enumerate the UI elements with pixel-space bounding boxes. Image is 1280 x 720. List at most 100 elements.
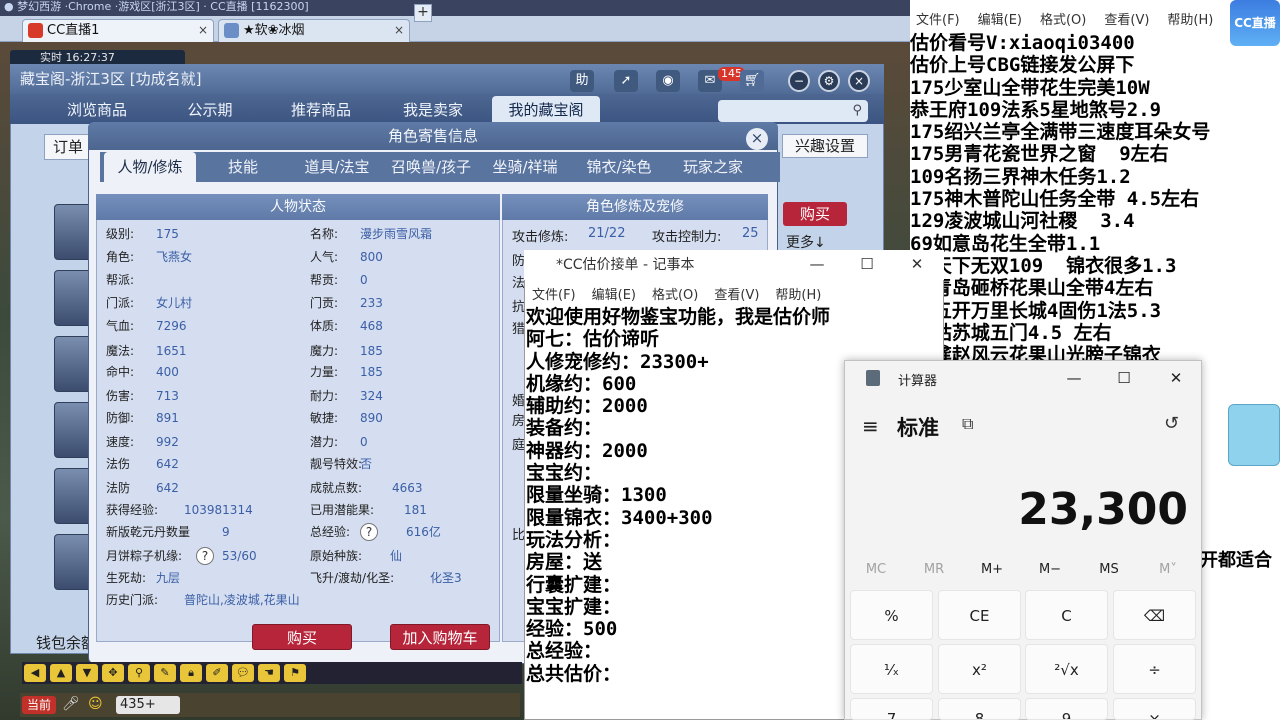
interest-settings-button[interactable]: 兴趣设置 bbox=[782, 134, 868, 158]
close-button[interactable]: ✕ bbox=[1164, 368, 1188, 388]
keep-on-top-icon[interactable]: ⧉ bbox=[962, 414, 973, 434]
browser-tab-cc[interactable]: CC直播1 × bbox=[22, 19, 214, 42]
square-button[interactable]: x² bbox=[938, 644, 1021, 694]
clear-button[interactable]: C bbox=[1025, 590, 1108, 640]
memory-button[interactable]: M− bbox=[1026, 562, 1074, 577]
chat-input[interactable]: 435+ bbox=[116, 696, 180, 714]
notepad-right-text[interactable]: 估价看号V:xiaoqi03400 估价上号CBG链接发公屏下 175少室山全带花生… bbox=[910, 32, 1280, 366]
sqrt-button[interactable]: ²√x bbox=[1025, 644, 1108, 694]
dialog-close-icon[interactable]: × bbox=[746, 128, 768, 150]
side-buy-button[interactable]: 购买 bbox=[783, 202, 847, 226]
share-icon[interactable]: ➚ bbox=[614, 70, 638, 92]
reciprocal-button[interactable]: ¹⁄ₓ bbox=[850, 644, 933, 694]
maximize-button[interactable]: ☐ bbox=[1112, 368, 1136, 388]
microphone-icon[interactable]: 🎤︎ bbox=[62, 696, 80, 714]
tab-costumes[interactable]: 锦衣/染色 bbox=[576, 152, 662, 182]
memory-button[interactable]: MC bbox=[852, 562, 900, 577]
more-link[interactable]: 更多↓ bbox=[786, 232, 846, 252]
tab-mounts[interactable]: 坐骑/祥瑞 bbox=[478, 152, 572, 182]
status-row: 命中: 400 bbox=[106, 362, 179, 382]
record-icon[interactable]: ◉ bbox=[656, 70, 680, 92]
tab-browse[interactable]: 浏览商品 bbox=[50, 96, 144, 124]
memory-button[interactable]: MS bbox=[1085, 562, 1133, 577]
tab-skills[interactable]: 技能 bbox=[208, 152, 278, 182]
menu-help[interactable]: 帮助(H) bbox=[775, 288, 821, 303]
flag-icon[interactable]: ⚑ bbox=[284, 664, 306, 682]
status-value: 1651 bbox=[156, 344, 187, 358]
lock-icon[interactable]: 🔒︎ bbox=[180, 664, 202, 682]
backspace-button[interactable]: ⌫ bbox=[1113, 590, 1196, 640]
cc-notepad-menu: 文件(F) 编辑(E) 格式(O) 查看(V) 帮助(H) bbox=[532, 284, 837, 304]
seven-button[interactable]: 7 bbox=[850, 698, 933, 720]
menu-edit[interactable]: 编辑(E) bbox=[592, 288, 636, 303]
arrow-up-icon[interactable]: ▲ bbox=[50, 664, 72, 682]
buy-button[interactable]: 购买 bbox=[252, 624, 352, 650]
menu-view[interactable]: 查看(V) bbox=[1104, 13, 1149, 28]
tab-recommended[interactable]: 推荐商品 bbox=[276, 96, 366, 124]
text-line: 姑苏城五门4.5 左右 bbox=[910, 321, 1112, 344]
emoji-icon[interactable]: ☺ bbox=[88, 696, 106, 714]
memory-button[interactable]: M˅ bbox=[1144, 562, 1192, 577]
status-value: 103981314 bbox=[184, 503, 253, 517]
menu-file[interactable]: 文件(F) bbox=[916, 13, 960, 28]
hand-icon[interactable]: ☚ bbox=[258, 664, 280, 682]
status-label: 敏捷: bbox=[310, 411, 339, 425]
tab-character[interactable]: 人物/修炼 bbox=[104, 152, 196, 182]
tab-home[interactable]: 玩家之家 bbox=[670, 152, 756, 182]
help-button[interactable]: 助 bbox=[570, 70, 594, 92]
divide-button[interactable]: ÷ bbox=[1113, 644, 1196, 694]
percent-button[interactable]: % bbox=[850, 590, 933, 640]
tab-items[interactable]: 道具/法宝 bbox=[290, 152, 384, 182]
maximize-button[interactable]: ☐ bbox=[856, 254, 878, 274]
status-row: 级别: 175 bbox=[106, 224, 179, 244]
order-button[interactable]: 订单 bbox=[44, 134, 94, 160]
clear-entry-button[interactable]: CE bbox=[938, 590, 1021, 640]
arrow-down-icon[interactable]: ▼ bbox=[76, 664, 98, 682]
history-icon[interactable]: ↺ bbox=[1164, 413, 1179, 434]
close-button[interactable]: ✕ bbox=[906, 254, 928, 274]
minimize-button[interactable]: — bbox=[1062, 368, 1086, 388]
menu-help[interactable]: 帮助(H) bbox=[1167, 13, 1213, 28]
move-icon[interactable]: ✥ bbox=[102, 664, 124, 682]
help-question-icon[interactable]: ? bbox=[196, 547, 214, 565]
menu-format[interactable]: 格式(O) bbox=[652, 288, 698, 303]
search-input[interactable]: ⚲ bbox=[718, 100, 868, 122]
eight-button[interactable]: 8 bbox=[938, 698, 1021, 720]
menu-format[interactable]: 格式(O) bbox=[1040, 13, 1086, 28]
memory-button[interactable]: MR bbox=[910, 562, 958, 577]
tab-pets[interactable]: 召唤兽/孩子 bbox=[386, 152, 476, 182]
zoom-icon[interactable]: ⚲ bbox=[128, 664, 150, 682]
help-question-icon[interactable]: ? bbox=[360, 523, 378, 541]
memory-button[interactable]: M+ bbox=[968, 562, 1016, 577]
tab-public[interactable]: 公示期 bbox=[168, 96, 252, 124]
minimize-button[interactable]: — bbox=[806, 254, 828, 274]
brush-icon[interactable]: ✐ bbox=[206, 664, 228, 682]
nine-button[interactable]: 9 bbox=[1025, 698, 1108, 720]
minimize-button[interactable]: − bbox=[788, 70, 810, 92]
close-icon[interactable]: × bbox=[198, 20, 208, 41]
add-to-cart-button[interactable]: 加入购物车 bbox=[390, 624, 490, 650]
status-value: 9 bbox=[222, 525, 230, 539]
settings-gear-icon[interactable]: ⚙ bbox=[818, 70, 840, 92]
tab-my-pavilion[interactable]: 我的藏宝阁 bbox=[492, 96, 600, 124]
arrow-left-icon[interactable]: ◀ bbox=[24, 664, 46, 682]
close-icon[interactable]: × bbox=[394, 20, 404, 41]
menu-edit[interactable]: 编辑(E) bbox=[978, 13, 1022, 28]
edit-icon[interactable]: ✎ bbox=[154, 664, 176, 682]
browser-tab-player[interactable]: ★软❀冰烟 × bbox=[218, 19, 410, 42]
menu-view[interactable]: 查看(V) bbox=[714, 288, 759, 303]
hamburger-menu-icon[interactable]: ≡ bbox=[862, 414, 879, 438]
text-line: 宝宝约： bbox=[526, 462, 603, 485]
multiply-button[interactable]: × bbox=[1113, 698, 1196, 720]
cart-icon[interactable]: 🛒︎ bbox=[740, 70, 764, 92]
menu-file[interactable]: 文件(F) bbox=[532, 288, 576, 303]
text-line: 机缘约：600 bbox=[526, 372, 637, 395]
status-value: 890 bbox=[360, 411, 383, 425]
close-button[interactable]: × bbox=[848, 70, 870, 92]
tab-seller[interactable]: 我是卖家 bbox=[388, 96, 478, 124]
cc-notepad-text[interactable]: 欢迎使用好物鉴宝功能，我是估价师 阿七：估价谛听 人修宠修约：23300+ 机缘约：6… bbox=[526, 306, 846, 685]
new-tab-button[interactable]: + bbox=[414, 4, 432, 22]
calculator-app-icon bbox=[866, 370, 880, 386]
current-channel-button[interactable]: 当前 bbox=[22, 696, 56, 714]
chat-icon[interactable]: 💬︎ bbox=[232, 664, 254, 682]
